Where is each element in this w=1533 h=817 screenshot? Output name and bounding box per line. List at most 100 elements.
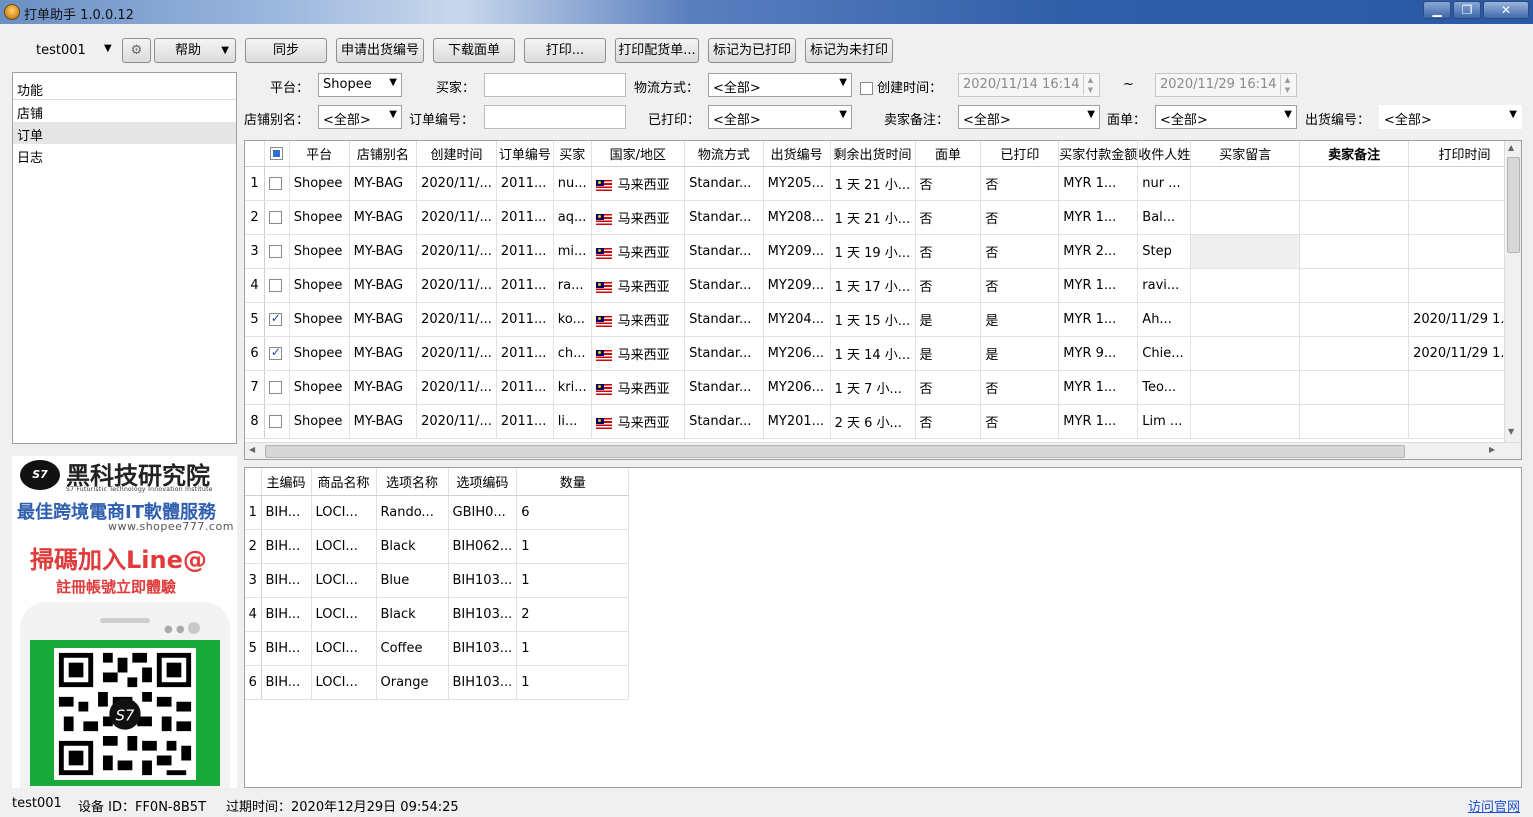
column-header[interactable]: 选项名称: [376, 468, 449, 496]
table-cell[interactable]: 否: [980, 404, 1060, 439]
row-select-cell[interactable]: [264, 234, 290, 269]
table-cell[interactable]: Standar...: [684, 268, 764, 303]
row-number[interactable]: 1: [245, 166, 265, 201]
table-cell[interactable]: 马来西亚: [591, 200, 686, 235]
table-cell[interactable]: 否: [915, 234, 982, 269]
table-cell[interactable]: [1299, 268, 1410, 303]
row-select-cell[interactable]: [264, 404, 290, 439]
row-select-cell[interactable]: [264, 370, 290, 405]
table-cell[interactable]: 否: [915, 268, 982, 303]
table-cell[interactable]: MYR 1...: [1058, 404, 1139, 439]
seller-note-select[interactable]: <全部> ▼: [958, 105, 1100, 129]
row-checkbox[interactable]: [268, 345, 282, 360]
column-header[interactable]: 平台: [289, 141, 350, 167]
table-cell[interactable]: MY-BAG: [349, 166, 418, 201]
row-number[interactable]: 5: [245, 302, 265, 337]
table-cell[interactable]: BIH...: [261, 631, 312, 666]
row-number[interactable]: 2: [245, 529, 262, 564]
table-cell[interactable]: 2020/11/...: [416, 268, 497, 303]
scroll-thumb[interactable]: [1507, 157, 1520, 253]
table-cell[interactable]: nu...: [553, 166, 592, 201]
table-row[interactable]: 2 BIH... LOCI... Black BIH062... 1: [245, 529, 630, 564]
table-row[interactable]: 3 Shopee MY-BAG 2020/11/... 2011... mi... 马来西亚…: [245, 234, 1521, 269]
sync-button[interactable]: 同步: [245, 38, 327, 63]
table-cell[interactable]: Lim ...: [1137, 404, 1192, 439]
restore-button[interactable]: ❐: [1453, 1, 1481, 19]
table-cell[interactable]: Blue: [376, 563, 449, 598]
table-cell[interactable]: 马来西亚: [591, 336, 686, 371]
table-cell[interactable]: 2011...: [496, 268, 554, 303]
settings-button[interactable]: ⚙: [122, 38, 151, 63]
table-row[interactable]: 5 BIH... LOCI... Coffee BIH103... 1: [245, 631, 630, 666]
table-cell[interactable]: MY204...: [763, 302, 831, 337]
download-waybill-button[interactable]: 下载面单: [433, 38, 515, 63]
apply-shipping-no-button[interactable]: 申请出货编号: [336, 38, 424, 63]
table-cell[interactable]: 1: [516, 529, 630, 564]
table-cell[interactable]: ko...: [553, 302, 592, 337]
table-cell[interactable]: 2: [516, 597, 630, 632]
created-time-filter[interactable]: 创建时间：: [860, 77, 942, 96]
table-cell[interactable]: Step: [1137, 234, 1192, 269]
table-cell[interactable]: Orange: [376, 665, 449, 700]
table-cell[interactable]: [1299, 234, 1410, 269]
table-cell[interactable]: [1190, 268, 1301, 303]
table-cell[interactable]: LOCI...: [311, 631, 377, 666]
table-cell[interactable]: 马来西亚: [591, 234, 686, 269]
row-number[interactable]: 4: [245, 268, 265, 303]
table-row[interactable]: 6 ShopeeMY-BAG2020/11/...2011...ch... 马来西亚…: [245, 336, 1521, 371]
row-checkbox[interactable]: [268, 311, 282, 326]
table-cell[interactable]: Standar...: [684, 336, 764, 371]
column-header[interactable]: 买家留言: [1190, 141, 1301, 167]
table-cell[interactable]: 否: [915, 404, 982, 439]
table-cell[interactable]: Standar...: [684, 200, 764, 235]
table-row[interactable]: 5 ShopeeMY-BAG2020/11/...2011...ko... 马来西亚…: [245, 302, 1521, 337]
table-cell[interactable]: BIH...: [261, 563, 312, 598]
table-cell[interactable]: li...: [553, 404, 592, 439]
column-header[interactable]: 剩余出货时间: [830, 141, 916, 167]
table-cell[interactable]: BIH103...: [448, 597, 518, 632]
table-cell[interactable]: 1 天 15 小...: [830, 302, 916, 337]
column-header[interactable]: 国家/地区: [591, 141, 686, 167]
row-number[interactable]: 1: [245, 495, 262, 530]
table-cell[interactable]: MY208...: [763, 200, 831, 235]
print-button[interactable]: 打印...: [524, 38, 606, 63]
table-cell[interactable]: Shopee: [289, 234, 350, 269]
row-number[interactable]: 6: [245, 665, 262, 700]
table-cell[interactable]: BIH...: [261, 529, 312, 564]
print-picking-button[interactable]: 打印配货单...: [615, 38, 699, 63]
table-cell[interactable]: Teo...: [1137, 370, 1192, 405]
table-cell[interactable]: kri...: [553, 370, 592, 405]
table-cell[interactable]: MY201...: [763, 404, 831, 439]
column-header[interactable]: 商品名称: [311, 468, 377, 496]
table-cell[interactable]: MY-BAG: [349, 336, 418, 371]
table-cell[interactable]: 否: [980, 268, 1060, 303]
table-cell[interactable]: 1 天 19 小...: [830, 234, 916, 269]
table-cell[interactable]: 1: [516, 665, 630, 700]
table-cell[interactable]: [1190, 404, 1301, 439]
table-cell[interactable]: [1299, 166, 1410, 201]
nav-item-logs[interactable]: 日志: [13, 144, 236, 166]
created-time-checkbox[interactable]: [860, 82, 873, 95]
table-cell[interactable]: 马来西亚: [591, 404, 686, 439]
table-cell[interactable]: 1: [516, 631, 630, 666]
user-select[interactable]: test001 ▼: [12, 38, 120, 62]
table-cell[interactable]: Shopee: [289, 370, 350, 405]
row-number[interactable]: 5: [245, 631, 262, 666]
row-number[interactable]: 3: [245, 234, 265, 269]
table-cell[interactable]: 2011...: [496, 166, 554, 201]
table-cell[interactable]: BIH...: [261, 597, 312, 632]
table-cell[interactable]: mi...: [553, 234, 592, 269]
table-row[interactable]: 4 BIH... LOCI... Black BIH103... 2: [245, 597, 630, 632]
table-cell[interactable]: MY-BAG: [349, 234, 418, 269]
table-cell[interactable]: ch...: [553, 336, 592, 371]
table-cell[interactable]: LOCI...: [311, 665, 377, 700]
date-from-input[interactable]: 2020/11/14 16:14 ▲ ▼: [958, 73, 1100, 97]
table-cell[interactable]: Coffee: [376, 631, 449, 666]
row-select-cell[interactable]: [264, 200, 290, 235]
buyer-input[interactable]: [484, 73, 626, 97]
table-cell[interactable]: 马来西亚: [591, 268, 686, 303]
orders-horizontal-scrollbar[interactable]: ◀ ▶: [245, 442, 1521, 459]
scroll-right-icon[interactable]: ▶: [1489, 445, 1495, 454]
table-cell[interactable]: MYR 1...: [1058, 268, 1139, 303]
table-cell[interactable]: 否: [915, 166, 982, 201]
